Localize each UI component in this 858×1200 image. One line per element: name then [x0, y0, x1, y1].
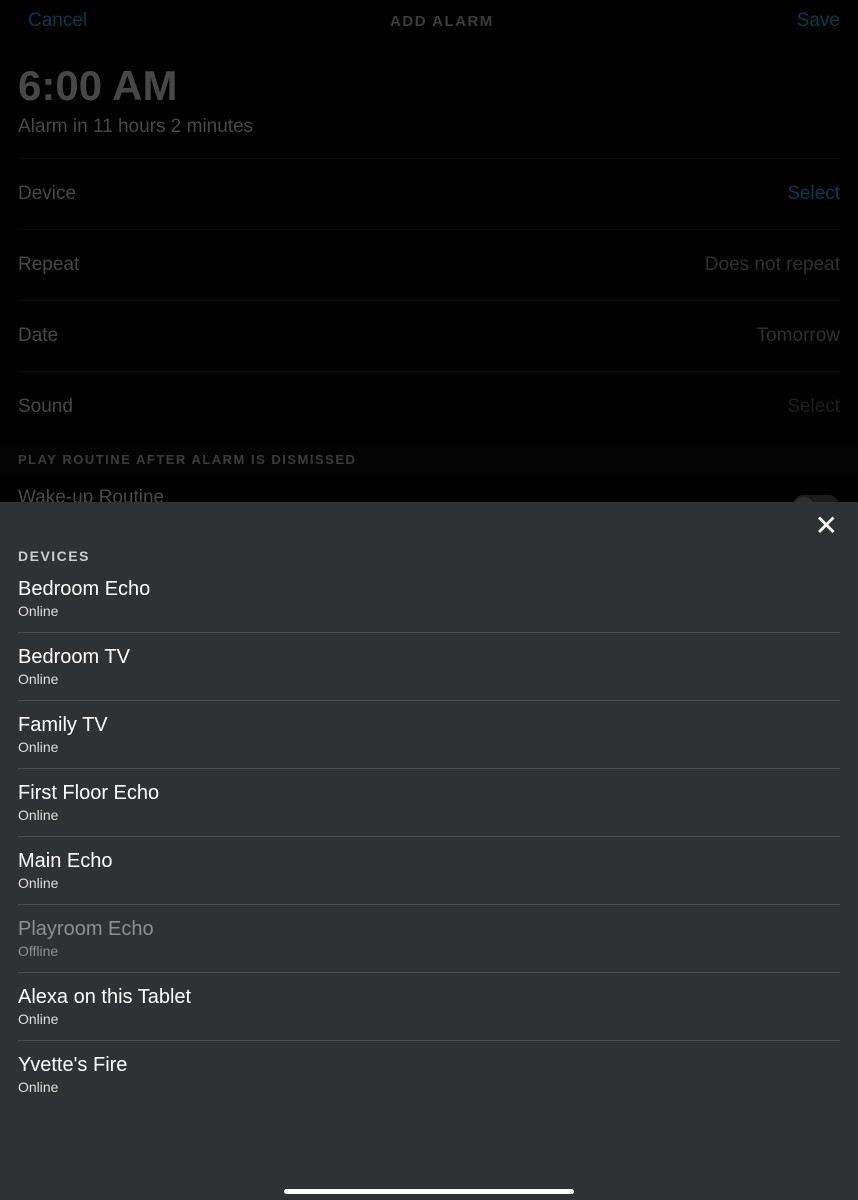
sound-value: Select	[787, 396, 840, 418]
device-item-name: Yvette's Fire	[18, 1054, 840, 1077]
device-item[interactable]: Playroom Echo Offline	[18, 905, 840, 973]
device-picker-sheet: ✕ DEVICES Bedroom Echo Online Bedroom TV On…	[0, 502, 858, 1200]
device-item-name: Playroom Echo	[18, 918, 840, 941]
device-item-name: Family TV	[18, 714, 840, 737]
device-item-name: Alexa on this Tablet	[18, 986, 840, 1009]
device-item[interactable]: Bedroom TV Online	[18, 633, 840, 701]
device-item-status: Offline	[18, 943, 840, 959]
device-item-status: Online	[18, 603, 840, 619]
sound-label: Sound	[18, 396, 73, 418]
device-item-status: Online	[18, 739, 840, 755]
alarm-remaining: Alarm in 11 hours 2 minutes	[18, 116, 840, 138]
device-list: Bedroom EchoOnlineBedroom TVOnlineFamily…	[0, 570, 858, 1108]
device-item[interactable]: Family TV Online	[18, 701, 840, 769]
date-label: Date	[18, 325, 58, 347]
device-item[interactable]: Main Echo Online	[18, 837, 840, 905]
device-label: Device	[18, 183, 76, 205]
alarm-time: 6:00 AM	[18, 62, 840, 110]
device-item[interactable]: Yvette's Fire Online	[18, 1041, 840, 1108]
sound-row[interactable]: Sound Select	[0, 372, 858, 442]
device-item-status: Online	[18, 671, 840, 687]
close-icon[interactable]: ✕	[815, 512, 838, 540]
repeat-row[interactable]: Repeat Does not repeat	[0, 230, 858, 300]
device-item-status: Online	[18, 875, 840, 891]
device-item[interactable]: Bedroom Echo Online	[18, 570, 840, 633]
device-row[interactable]: Device Select	[0, 159, 858, 229]
device-item-name: Bedroom Echo	[18, 578, 840, 601]
device-item-name: First Floor Echo	[18, 782, 840, 805]
device-item-status: Online	[18, 807, 840, 823]
device-item-status: Online	[18, 1079, 840, 1095]
repeat-value: Does not repeat	[705, 254, 840, 276]
repeat-label: Repeat	[18, 254, 79, 276]
save-button[interactable]: Save	[797, 10, 840, 32]
devices-header: DEVICES	[0, 502, 858, 570]
date-value: Tomorrow	[757, 325, 840, 347]
cancel-button[interactable]: Cancel	[28, 10, 87, 32]
device-item-name: Main Echo	[18, 850, 840, 873]
page-title: ADD ALARM	[390, 13, 494, 30]
date-row[interactable]: Date Tomorrow	[0, 301, 858, 371]
device-value: Select	[787, 183, 840, 205]
alarm-time-block[interactable]: 6:00 AM Alarm in 11 hours 2 minutes	[0, 42, 858, 158]
device-item[interactable]: Alexa on this Tablet Online	[18, 973, 840, 1041]
header: Cancel ADD ALARM Save	[0, 0, 858, 42]
routine-section-header: PLAY ROUTINE AFTER ALARM IS DISMISSED	[0, 442, 858, 475]
home-indicator[interactable]	[284, 1189, 574, 1194]
device-item[interactable]: First Floor Echo Online	[18, 769, 840, 837]
device-item-name: Bedroom TV	[18, 646, 840, 669]
device-item-status: Online	[18, 1011, 840, 1027]
